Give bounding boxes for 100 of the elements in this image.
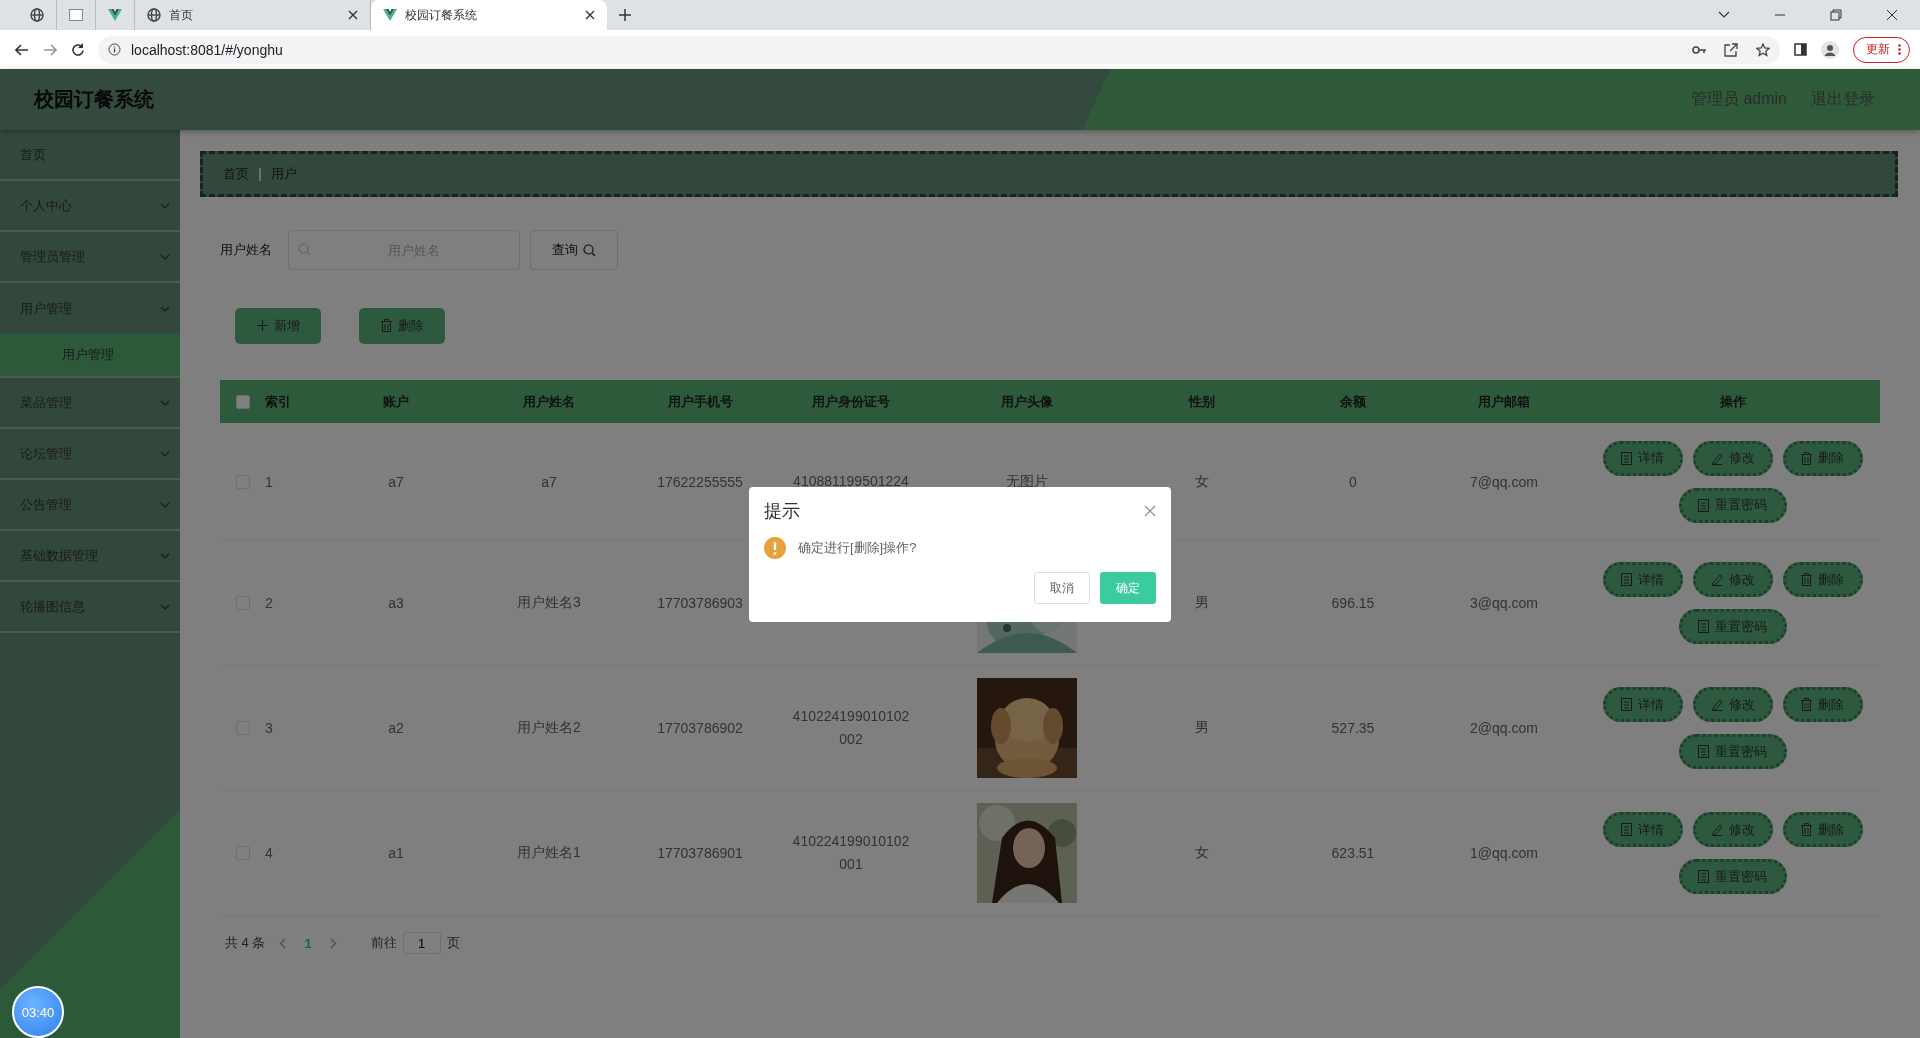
star-icon — [1756, 42, 1770, 57]
detail-button[interactable]: 详情 — [1602, 440, 1683, 476]
reset-password-button[interactable]: 重置密码 — [1678, 609, 1787, 644]
search-label: 用户姓名 — [220, 241, 273, 259]
search-icon — [583, 243, 596, 257]
close-icon — [348, 10, 358, 20]
delete-button[interactable]: 删除 — [1782, 562, 1863, 597]
trash-icon — [1801, 573, 1812, 586]
document-icon — [1698, 498, 1709, 512]
new-tab-icon — [619, 9, 631, 21]
pencil-icon — [1710, 451, 1723, 465]
tab-title: 首页 — [169, 6, 194, 24]
chevron-down-icon — [160, 552, 170, 559]
column-header: 索引 — [265, 392, 292, 411]
tab-title: 校园订餐系统 — [405, 6, 478, 24]
trash-icon — [380, 319, 392, 332]
query-button[interactable]: 查询 — [530, 230, 618, 270]
profile-icon — [1821, 40, 1839, 59]
table-cell: 696.15 — [1331, 595, 1375, 611]
confirm-button[interactable]: 确定 — [1100, 572, 1156, 604]
table-cell: a7 — [541, 473, 557, 490]
table-cell: 用户姓名2 — [517, 719, 581, 737]
document-icon — [1621, 451, 1632, 465]
edit-button[interactable]: 修改 — [1692, 562, 1773, 597]
table-cell: 3 — [265, 720, 273, 736]
app-title: 校园订餐系统 — [34, 87, 154, 112]
document-icon — [1698, 620, 1709, 633]
trash-icon — [1801, 451, 1812, 465]
reset-password-button[interactable]: 重置密码 — [1678, 859, 1787, 894]
document-icon — [1621, 573, 1632, 586]
page-icon — [69, 9, 83, 21]
column-header: 用户头像 — [1000, 392, 1054, 411]
url-text: localhost:8081/#/yonghu — [131, 41, 283, 58]
detail-button[interactable]: 详情 — [1602, 687, 1683, 722]
close-icon — [585, 10, 595, 20]
search-icon — [298, 243, 311, 256]
table-cell: 用户姓名3 — [517, 594, 581, 612]
column-header: 操作 — [1718, 392, 1747, 411]
dialog-title: 提示 — [764, 500, 800, 523]
table-cell: 3@qq.com — [1470, 595, 1538, 611]
table-cell: 0 — [1349, 473, 1357, 490]
close-icon — [1886, 9, 1898, 21]
document-icon — [1621, 823, 1632, 836]
reset-password-button[interactable]: 重置密码 — [1678, 487, 1787, 523]
update-button[interactable]: 更新 — [1853, 36, 1910, 63]
vue-logo-icon — [383, 9, 397, 21]
delete-button[interactable]: 删除 — [1782, 812, 1863, 847]
table-cell-text: 410881199501224 — [792, 472, 910, 491]
forward-icon — [43, 43, 57, 56]
table-cell: 2@qq.com — [1470, 720, 1538, 736]
document-icon — [1621, 698, 1632, 711]
pencil-icon — [1710, 573, 1723, 586]
delete-button[interactable]: 删除 — [359, 307, 445, 344]
share-icon — [1724, 42, 1738, 57]
table-cell: a3 — [388, 595, 404, 611]
document-icon — [1698, 745, 1709, 758]
detail-button[interactable]: 详情 — [1602, 812, 1683, 847]
detail-button[interactable]: 详情 — [1602, 562, 1683, 597]
page-input[interactable]: 1 — [402, 932, 441, 954]
edit-button[interactable]: 修改 — [1692, 687, 1773, 722]
column-header: 余额 — [1339, 392, 1367, 411]
chevron-down-icon — [160, 305, 170, 312]
globe-icon — [30, 8, 44, 22]
close-icon[interactable] — [1144, 505, 1156, 517]
table-cell: 17703786901 — [657, 845, 743, 861]
document-icon — [1698, 870, 1709, 883]
warning-icon — [764, 537, 786, 559]
table-cell: 4 — [265, 845, 273, 861]
dropdown-icon — [1718, 11, 1730, 19]
table-cell: 男 — [1195, 719, 1209, 737]
add-button[interactable]: 新增 — [235, 307, 321, 344]
table-cell: 无图片 — [1006, 472, 1048, 491]
total-count: 共 4 条 — [225, 934, 266, 952]
chevron-down-icon — [160, 603, 170, 610]
goto-label: 前往 — [370, 934, 397, 952]
more-icon — [1898, 44, 1901, 55]
reset-password-button[interactable]: 重置密码 — [1678, 734, 1787, 769]
plus-icon — [256, 320, 268, 331]
edit-button[interactable]: 修改 — [1692, 812, 1773, 847]
reload-icon — [71, 43, 84, 56]
column-header: 用户邮箱 — [1477, 392, 1531, 411]
trash-icon — [1801, 698, 1812, 711]
select-all-checkbox[interactable] — [235, 394, 250, 409]
table-cell: 623.51 — [1331, 845, 1375, 861]
delete-button[interactable]: 删除 — [1782, 687, 1863, 722]
page-number[interactable]: 1 — [300, 935, 316, 951]
table-cell: 527.35 — [1331, 720, 1375, 736]
chevron-down-icon — [160, 202, 170, 209]
key-icon — [1692, 44, 1706, 55]
address-bar[interactable]: localhost:8081/#/yonghu — [98, 35, 1780, 64]
vue-logo-icon — [108, 9, 122, 21]
cancel-button[interactable]: 取消 — [1034, 572, 1090, 604]
browser-tab[interactable]: 校园订餐系统 — [371, 0, 607, 30]
sidebar-subitem[interactable]: 用户管理 — [0, 334, 180, 378]
table-cell: 17703786903 — [657, 595, 743, 611]
table-cell: 女 — [1195, 472, 1209, 491]
delete-button[interactable]: 删除 — [1782, 440, 1863, 476]
edit-button[interactable]: 修改 — [1692, 440, 1773, 476]
table-cell: a7 — [388, 473, 404, 490]
column-header: 性别 — [1187, 392, 1216, 411]
